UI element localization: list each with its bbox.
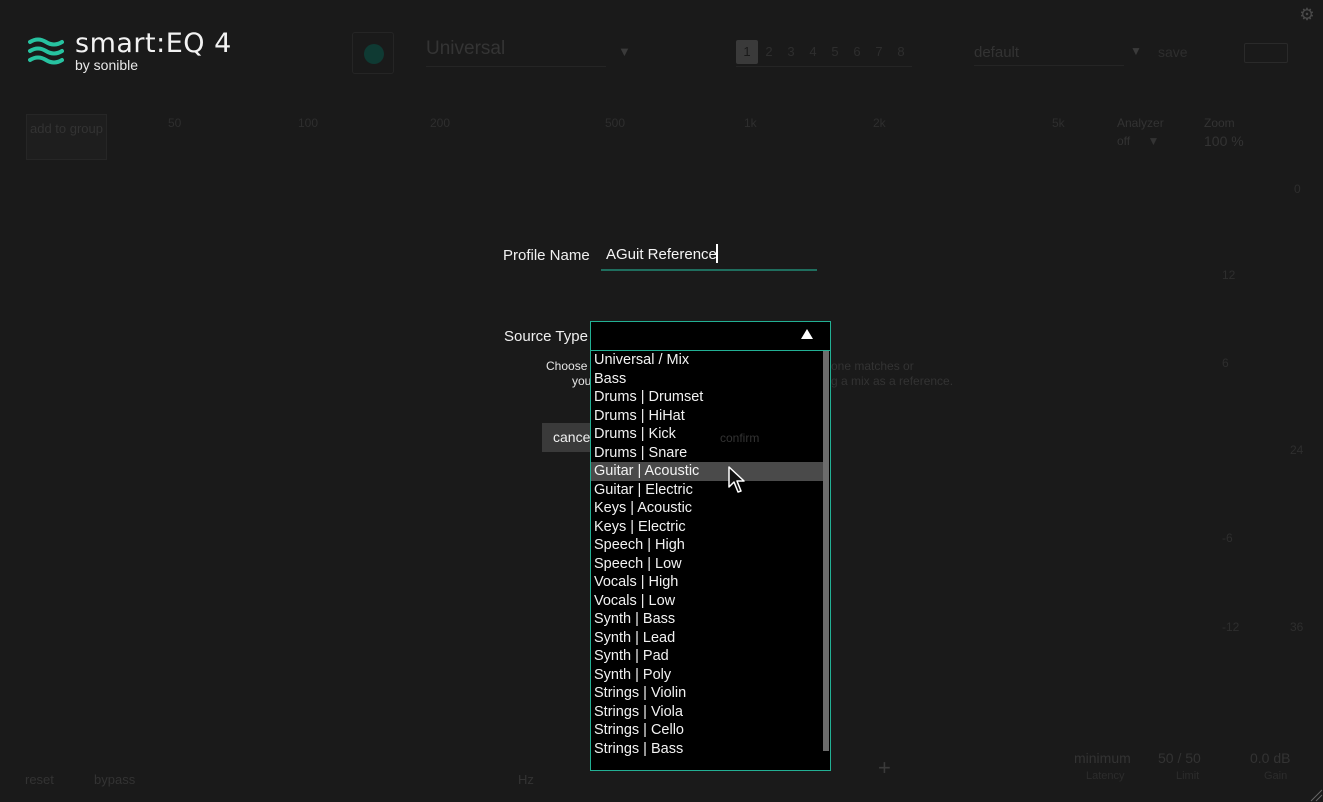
list-item[interactable]: Synth | Lead — [591, 629, 824, 648]
slot-selector: 1 2 3 4 5 6 7 8 — [736, 40, 912, 67]
slot-7[interactable]: 7 — [868, 40, 890, 64]
list-item[interactable]: Strings | Viola — [591, 703, 824, 722]
profile-name-label: Profile Name — [503, 247, 590, 264]
analyzer-caret-icon: ▼ — [1147, 134, 1160, 148]
logo-title: smart:EQ 4 — [75, 28, 232, 59]
gain-value[interactable]: 0.0 dB — [1250, 750, 1290, 766]
limit-caption: Limit — [1176, 770, 1200, 782]
list-item[interactable]: Keys | Acoustic — [591, 499, 824, 518]
power-indicator-icon — [364, 44, 384, 64]
hint-text: you — [572, 374, 592, 388]
slot-8[interactable]: 8 — [890, 40, 912, 64]
freq-label: 100 — [298, 116, 319, 130]
hint-text-hidden: g a mix as a reference. — [831, 374, 954, 388]
list-item[interactable]: Drums | Snare — [591, 444, 824, 463]
db-label: 36 — [1290, 620, 1304, 634]
list-scrollbar[interactable] — [823, 351, 829, 751]
source-type-list[interactable]: Universal / Mix Bass Drums | Drumset Dru… — [590, 351, 831, 771]
db-label: -12 — [1222, 620, 1240, 634]
mouse-pointer-icon — [728, 466, 745, 493]
list-item[interactable]: Speech | High — [591, 536, 824, 555]
freq-label: 5k — [1052, 116, 1065, 130]
source-type-label: Source Type — [504, 328, 588, 345]
db-label: 12 — [1222, 268, 1236, 282]
gear-icon[interactable]: ⚙ — [1297, 5, 1317, 25]
add-icon[interactable]: + — [878, 755, 891, 781]
slot-5[interactable]: 5 — [824, 40, 846, 64]
list-item[interactable]: Vocals | High — [591, 573, 824, 592]
hint-text-hidden: one matches or — [831, 359, 914, 373]
list-item[interactable]: Vocals | Low — [591, 592, 824, 611]
list-item[interactable]: Synth | Bass — [591, 610, 824, 629]
profile-caret-icon[interactable]: ▼ — [618, 44, 631, 59]
list-item-hovered[interactable]: Guitar | Acoustic — [591, 462, 824, 481]
hint-text: Choose — [546, 359, 588, 373]
profile-select[interactable]: Universal — [426, 38, 606, 67]
list-item[interactable]: Strings | Cello — [591, 721, 824, 740]
latency-value[interactable]: minimum — [1074, 750, 1131, 766]
resize-handle-icon[interactable] — [1309, 788, 1323, 802]
freq-label: 200 — [430, 116, 451, 130]
list-item[interactable]: Bass — [591, 370, 824, 389]
slot-1[interactable]: 1 — [736, 40, 758, 64]
slot-4[interactable]: 4 — [802, 40, 824, 64]
confirm-button[interactable]: confirm — [720, 431, 759, 445]
hz-label: Hz — [518, 772, 534, 787]
list-item[interactable]: Synth | Poly — [591, 666, 824, 685]
list-item[interactable]: Speech | Low — [591, 555, 824, 574]
logo-byline: by sonible — [75, 57, 139, 73]
reset-button[interactable]: reset — [25, 772, 54, 787]
freq-label: 500 — [605, 116, 626, 130]
preset-select[interactable]: default — [974, 44, 1124, 66]
analyzer-value: off — [1117, 134, 1131, 148]
source-type-dropdown[interactable] — [590, 321, 831, 351]
cancel-button[interactable]: cancel — [542, 423, 594, 452]
slot-6[interactable]: 6 — [846, 40, 868, 64]
sonible-waves-icon — [28, 37, 64, 65]
list-item[interactable]: Drums | HiHat — [591, 407, 824, 426]
app-logo: smart:EQ 4 by sonible — [28, 30, 232, 73]
list-item[interactable]: Guitar | Electric — [591, 481, 824, 500]
profile-name-input[interactable] — [601, 240, 817, 271]
list-item[interactable]: Drums | Drumset — [591, 388, 824, 407]
list-item[interactable]: Synth | Pad — [591, 647, 824, 666]
list-item[interactable]: Universal / Mix — [591, 351, 824, 370]
list-item[interactable]: Keys | Electric — [591, 518, 824, 537]
freq-label: 1k — [744, 116, 757, 130]
undo-redo-icon[interactable] — [1244, 43, 1288, 63]
add-to-group-button[interactable]: add to group — [26, 114, 107, 160]
bypass-button[interactable]: bypass — [94, 772, 135, 787]
analyzer-label: Analyzer — [1117, 116, 1164, 130]
db-label: 0 — [1294, 182, 1301, 196]
power-button[interactable] — [352, 32, 394, 74]
limit-value[interactable]: 50 / 50 — [1158, 750, 1201, 766]
analyzer-control[interactable]: Analyzer off ▼ — [1117, 114, 1164, 150]
list-item[interactable]: Drums | Kick — [591, 425, 824, 444]
db-label: 24 — [1290, 443, 1304, 457]
list-item[interactable]: Strings | Bass — [591, 740, 824, 759]
freq-label: 2k — [873, 116, 886, 130]
zoom-control[interactable]: Zoom 100 % — [1204, 114, 1244, 150]
zoom-value: 100 % — [1204, 133, 1244, 149]
gain-caption: Gain — [1264, 770, 1288, 782]
preset-caret-icon[interactable]: ▼ — [1130, 44, 1142, 58]
freq-label: 50 — [168, 116, 182, 130]
db-label: 6 — [1222, 356, 1229, 370]
text-caret — [716, 244, 718, 263]
triangle-up-icon — [801, 329, 813, 339]
save-button[interactable]: save — [1158, 44, 1188, 60]
zoom-label: Zoom — [1204, 116, 1235, 130]
db-label: -6 — [1222, 531, 1233, 545]
latency-caption: Latency — [1086, 770, 1125, 782]
list-item[interactable]: Strings | Violin — [591, 684, 824, 703]
slot-2[interactable]: 2 — [758, 40, 780, 64]
slot-3[interactable]: 3 — [780, 40, 802, 64]
